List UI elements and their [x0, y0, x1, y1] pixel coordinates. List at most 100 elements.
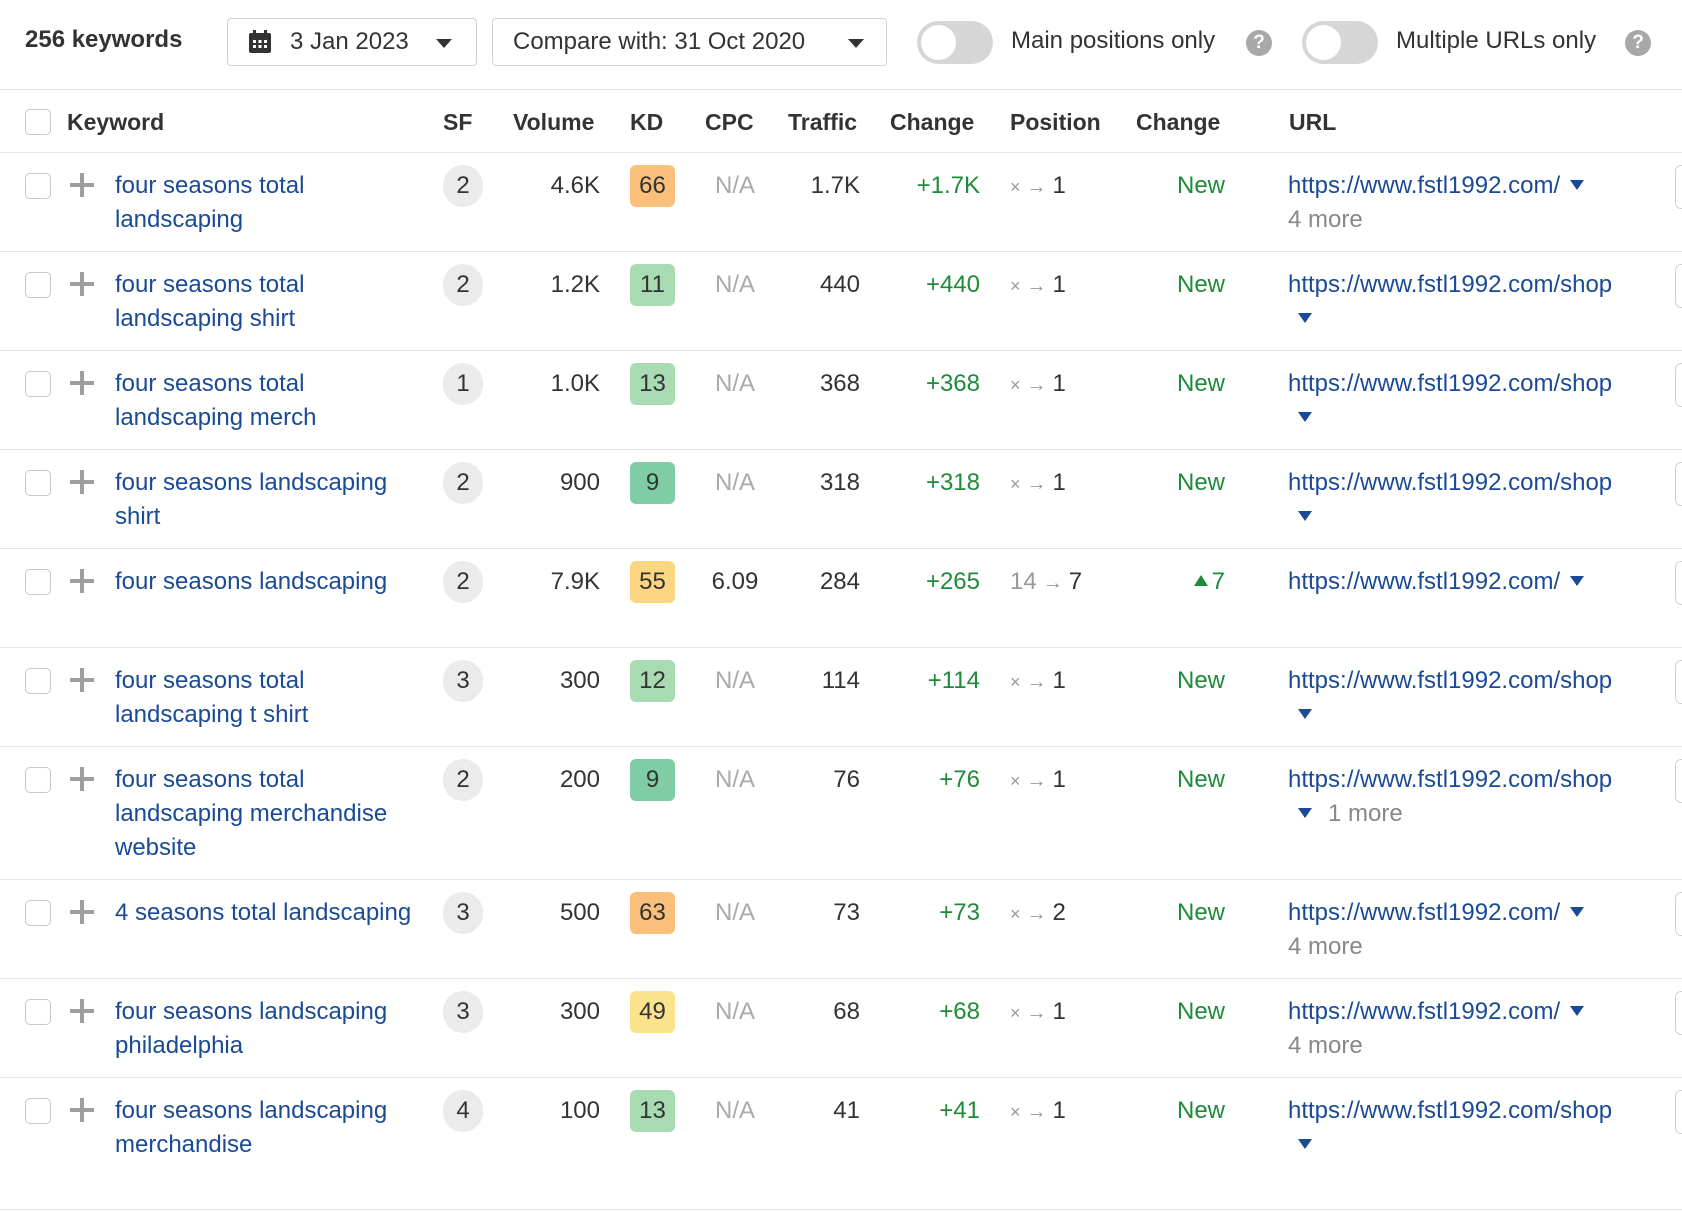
- url-dropdown-caret-icon[interactable]: [1298, 808, 1312, 818]
- add-keyword-plus-icon[interactable]: [70, 173, 94, 197]
- date-dropdown[interactable]: 3 Jan 2023: [227, 18, 477, 66]
- url-link[interactable]: https://www.fstl1992.com/shop: [1288, 1097, 1612, 1124]
- row-action-button[interactable]: [1675, 165, 1682, 209]
- add-keyword-plus-icon[interactable]: [70, 569, 94, 593]
- url-dropdown-caret-icon[interactable]: [1570, 576, 1585, 586]
- row-checkbox[interactable]: [25, 470, 51, 496]
- url-dropdown-caret-icon[interactable]: [1570, 1006, 1585, 1016]
- row-checkbox[interactable]: [25, 173, 51, 199]
- position-change: New: [1140, 667, 1225, 695]
- row-action-button[interactable]: [1675, 363, 1682, 407]
- add-keyword-plus-icon[interactable]: [70, 371, 94, 395]
- keyword-link[interactable]: four seasons landscaping merchandise: [115, 1094, 415, 1162]
- more-urls-link[interactable]: 4 more: [1288, 1032, 1363, 1059]
- keyword-link[interactable]: four seasons landscaping shirt: [115, 466, 415, 534]
- add-keyword-plus-icon[interactable]: [70, 272, 94, 296]
- position-value: × → 1: [1010, 370, 1120, 398]
- keyword-link[interactable]: four seasons landscaping philadelphia: [115, 995, 415, 1063]
- keyword-link[interactable]: four seasons total landscaping t shirt: [115, 664, 415, 732]
- row-action-button[interactable]: [1675, 264, 1682, 308]
- column-cpc[interactable]: CPC: [705, 109, 754, 136]
- kd-badge: 13: [630, 1090, 675, 1132]
- serp-features-badge[interactable]: 2: [443, 561, 483, 603]
- keyword-link[interactable]: four seasons total landscaping merchandi…: [115, 763, 415, 865]
- select-all-checkbox[interactable]: [25, 109, 51, 135]
- serp-features-badge[interactable]: 3: [443, 660, 483, 702]
- serp-features-badge[interactable]: 2: [443, 462, 483, 504]
- column-kd[interactable]: KD: [630, 109, 663, 136]
- keyword-link[interactable]: four seasons total landscaping: [115, 169, 415, 237]
- row-checkbox[interactable]: [25, 272, 51, 298]
- url-dropdown-caret-icon[interactable]: [1298, 1139, 1312, 1149]
- keyword-link[interactable]: four seasons total landscaping shirt: [115, 268, 415, 336]
- serp-features-badge[interactable]: 2: [443, 264, 483, 306]
- position-from: ×: [1010, 1102, 1021, 1122]
- url-dropdown-caret-icon[interactable]: [1298, 412, 1312, 422]
- column-url[interactable]: URL: [1289, 109, 1336, 136]
- row-checkbox[interactable]: [25, 999, 51, 1025]
- row-checkbox[interactable]: [25, 668, 51, 694]
- url-link[interactable]: https://www.fstl1992.com/shop: [1288, 667, 1612, 694]
- keyword-count: 256 keywords: [25, 26, 183, 53]
- column-position[interactable]: Position: [1010, 109, 1101, 136]
- row-action-button[interactable]: [1675, 561, 1682, 605]
- column-position-change[interactable]: Change: [1136, 109, 1220, 136]
- row-action-button[interactable]: [1675, 759, 1682, 803]
- help-icon[interactable]: ?: [1246, 30, 1272, 56]
- serp-features-badge[interactable]: 1: [443, 363, 483, 405]
- row-action-button[interactable]: [1675, 462, 1682, 506]
- keyword-link[interactable]: four seasons total landscaping merch: [115, 367, 415, 435]
- url-link[interactable]: https://www.fstl1992.com/: [1288, 899, 1560, 926]
- add-keyword-plus-icon[interactable]: [70, 999, 94, 1023]
- serp-features-badge[interactable]: 3: [443, 892, 483, 934]
- url-dropdown-caret-icon[interactable]: [1298, 511, 1312, 521]
- compare-dropdown[interactable]: Compare with: 31 Oct 2020: [492, 18, 887, 66]
- url-link[interactable]: https://www.fstl1992.com/: [1288, 172, 1560, 199]
- serp-features-badge[interactable]: 4: [443, 1090, 483, 1132]
- add-keyword-plus-icon[interactable]: [70, 1098, 94, 1122]
- url-link[interactable]: https://www.fstl1992.com/shop: [1288, 370, 1612, 397]
- more-urls-link[interactable]: 4 more: [1288, 206, 1363, 233]
- add-keyword-plus-icon[interactable]: [70, 668, 94, 692]
- add-keyword-plus-icon[interactable]: [70, 900, 94, 924]
- kd-badge: 11: [630, 264, 675, 306]
- table-row: four seasons landscaping shirt 2 900 9 N/A 31…: [0, 450, 1682, 549]
- row-action-button[interactable]: [1675, 991, 1682, 1035]
- row-checkbox[interactable]: [25, 1098, 51, 1124]
- cpc-value: N/A: [714, 998, 755, 1025]
- row-action-button[interactable]: [1675, 1090, 1682, 1134]
- row-action-button[interactable]: [1675, 892, 1682, 936]
- url-dropdown-caret-icon[interactable]: [1298, 709, 1312, 719]
- url-dropdown-caret-icon[interactable]: [1570, 907, 1585, 917]
- url-link[interactable]: https://www.fstl1992.com/shop: [1288, 271, 1612, 298]
- row-checkbox[interactable]: [25, 900, 51, 926]
- help-icon[interactable]: ?: [1625, 30, 1651, 56]
- url-link[interactable]: https://www.fstl1992.com/shop: [1288, 469, 1612, 496]
- column-volume[interactable]: Volume: [513, 109, 594, 136]
- keyword-link[interactable]: 4 seasons total landscaping: [115, 896, 415, 930]
- row-checkbox[interactable]: [25, 371, 51, 397]
- position-to: 1: [1052, 271, 1066, 298]
- keyword-link[interactable]: four seasons landscaping: [115, 565, 415, 599]
- add-keyword-plus-icon[interactable]: [70, 767, 94, 791]
- row-checkbox[interactable]: [25, 767, 51, 793]
- multiple-urls-toggle[interactable]: [1302, 21, 1378, 64]
- more-urls-link[interactable]: 4 more: [1288, 933, 1363, 960]
- url-dropdown-caret-icon[interactable]: [1298, 313, 1312, 323]
- column-traffic-change[interactable]: Change: [890, 109, 974, 136]
- url-link[interactable]: https://www.fstl1992.com/: [1288, 998, 1560, 1025]
- url-link[interactable]: https://www.fstl1992.com/: [1288, 568, 1560, 595]
- column-keyword[interactable]: Keyword: [67, 109, 164, 136]
- url-dropdown-caret-icon[interactable]: [1570, 180, 1585, 190]
- serp-features-badge[interactable]: 2: [443, 165, 483, 207]
- main-positions-toggle[interactable]: [917, 21, 993, 64]
- serp-features-badge[interactable]: 2: [443, 759, 483, 801]
- more-urls-link[interactable]: 1 more: [1328, 800, 1403, 827]
- column-sf[interactable]: SF: [443, 109, 472, 136]
- add-keyword-plus-icon[interactable]: [70, 470, 94, 494]
- column-traffic[interactable]: Traffic: [788, 109, 857, 136]
- row-checkbox[interactable]: [25, 569, 51, 595]
- row-action-button[interactable]: [1675, 660, 1682, 704]
- serp-features-badge[interactable]: 3: [443, 991, 483, 1033]
- url-link[interactable]: https://www.fstl1992.com/shop: [1288, 766, 1612, 793]
